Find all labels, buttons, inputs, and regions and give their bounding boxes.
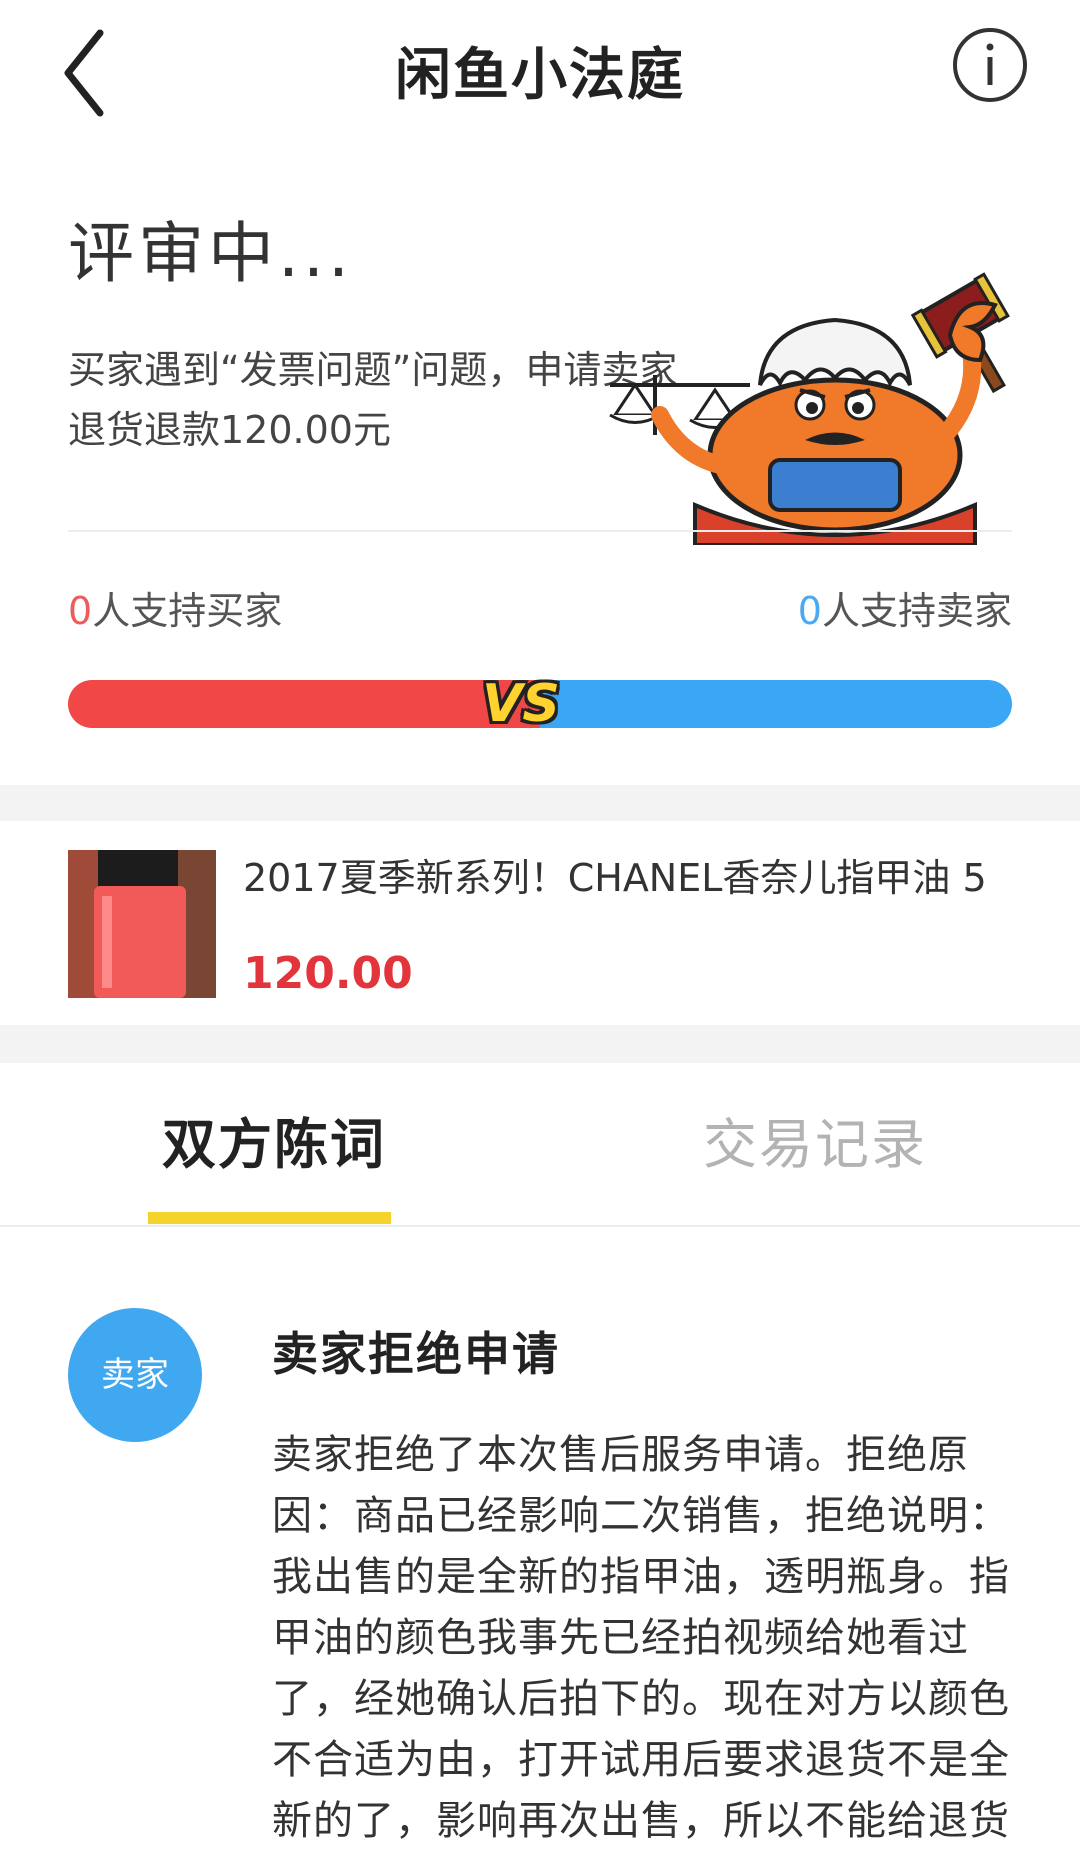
divider (0, 1225, 1080, 1227)
product-thumbnail[interactable] (68, 850, 216, 998)
active-tab-indicator (148, 1212, 391, 1224)
buyer-support-label: 人支持买家 (92, 589, 283, 633)
vs-badge: VS (482, 674, 560, 734)
seller-support-number: 0 (797, 589, 822, 633)
seller-vote-bar (540, 680, 1012, 728)
product-price: 120.00 (243, 948, 413, 999)
section-gap (0, 1025, 1080, 1063)
buyer-support-number: 0 (68, 589, 93, 633)
tab-transaction-records[interactable]: 交易记录 (703, 1110, 927, 1180)
page-title: 闲鱼小法庭 (395, 43, 685, 108)
section-gap (0, 785, 1080, 821)
seller-support-label: 人支持卖家 (821, 589, 1012, 633)
divider (68, 530, 1012, 532)
crab-judge-illustration (600, 265, 1040, 547)
statement-body: 卖家拒绝了本次售后服务申请。拒绝原因：商品已经影响二次销售，拒绝说明：我出售的是… (272, 1432, 1010, 1844)
seller-support-count: 0人支持卖家 (798, 580, 1012, 635)
product-title[interactable]: 2017夏季新系列！CHANEL香奈儿指甲油 5 (243, 853, 1013, 903)
tab-statements[interactable]: 双方陈词 (162, 1110, 386, 1180)
case-status: 评审中... (68, 215, 353, 292)
info-circle-icon (953, 28, 1027, 102)
seller-avatar: 卖家 (68, 1308, 202, 1442)
info-button[interactable] (950, 25, 1030, 105)
statement-title: 卖家拒绝申请 (272, 1327, 560, 1381)
nail-polish-image (68, 850, 216, 998)
buyer-support-count: 0人支持买家 (68, 580, 282, 635)
